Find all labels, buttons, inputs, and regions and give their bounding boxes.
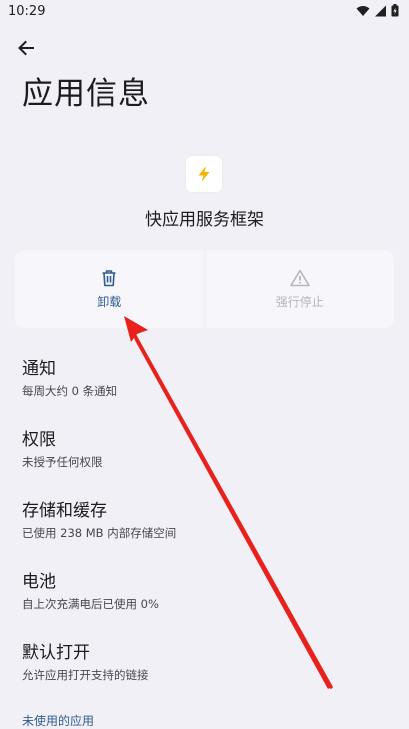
status-icons	[356, 4, 399, 17]
battery-icon	[391, 4, 399, 17]
page-title: 应用信息	[22, 76, 150, 112]
app-icon	[186, 156, 222, 192]
setting-storage[interactable]: 存储和缓存 已使用 238 MB 内部存储空间	[22, 496, 176, 541]
setting-subtitle: 已使用 238 MB 内部存储空间	[22, 526, 177, 540]
signal-icon	[375, 5, 386, 16]
setting-title: 权限	[22, 430, 56, 450]
setting-title: 默认打开	[22, 643, 90, 663]
setting-battery[interactable]: 电池 自上次充满电后已使用 0%	[22, 567, 159, 612]
uninstall-label: 卸载	[97, 294, 122, 309]
arrow-left-icon	[18, 40, 34, 56]
force-stop-button[interactable]: 强行停止	[205, 250, 394, 328]
setting-permissions[interactable]: 权限 未授予任何权限	[22, 425, 103, 470]
back-button[interactable]	[12, 34, 40, 62]
setting-subtitle: 未授予任何权限	[22, 455, 103, 469]
action-buttons: 卸载 强行停止	[15, 250, 394, 328]
warning-icon	[289, 269, 310, 286]
setting-subtitle: 允许应用打开支持的链接	[22, 668, 149, 682]
app-name: 快应用服务框架	[145, 210, 264, 230]
status-time: 10:29	[8, 4, 46, 19]
setting-subtitle: 每周大约 0 条通知	[22, 384, 118, 398]
force-stop-label: 强行停止	[275, 294, 324, 309]
status-bar: 10:29	[0, 0, 409, 26]
setting-title: 存储和缓存	[22, 501, 107, 521]
setting-notifications[interactable]: 通知 每周大约 0 条通知	[22, 354, 117, 399]
lightning-icon	[198, 166, 210, 182]
setting-open-by-default[interactable]: 默认打开 允许应用打开支持的链接	[22, 638, 149, 683]
trash-icon	[102, 269, 116, 286]
wifi-icon	[356, 5, 370, 16]
setting-subtitle: 自上次充满电后已使用 0%	[22, 597, 159, 611]
unused-apps-section: 未使用的应用	[22, 714, 95, 728]
uninstall-button[interactable]: 卸载	[15, 250, 204, 328]
setting-title: 电池	[22, 572, 56, 592]
setting-title: 通知	[22, 359, 56, 379]
